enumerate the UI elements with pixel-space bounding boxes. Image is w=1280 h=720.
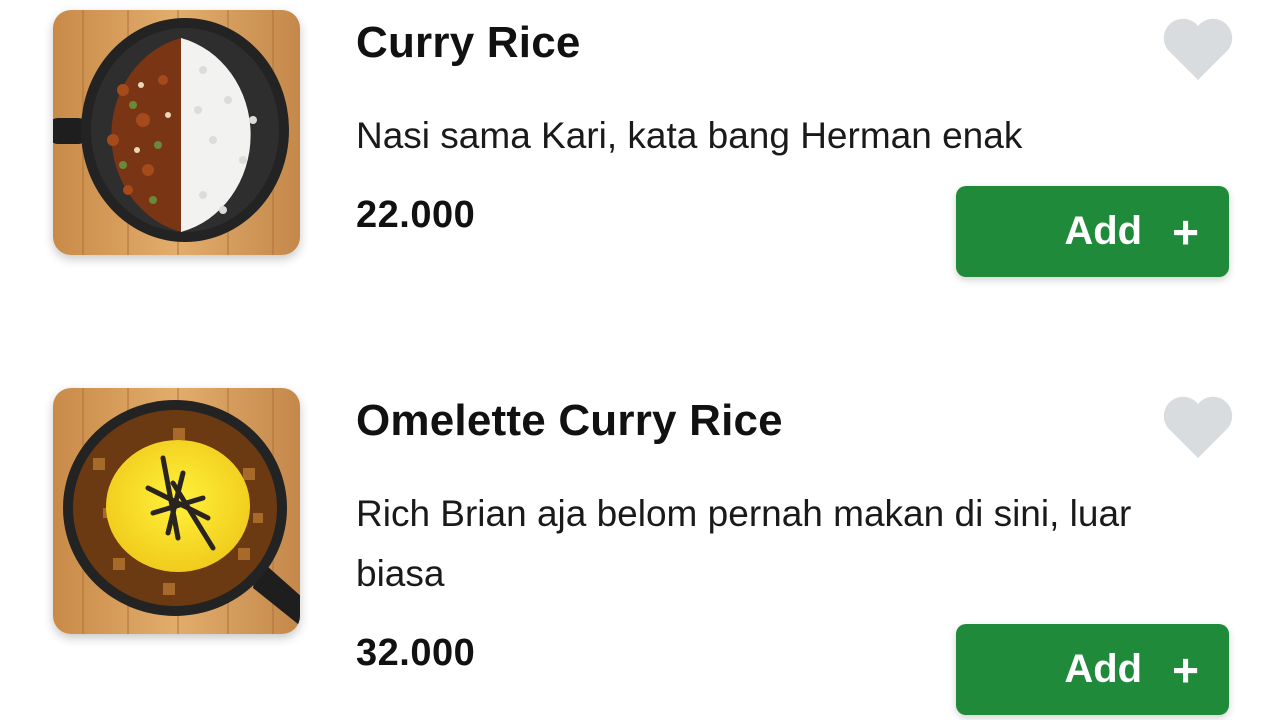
- menu-list: Curry Rice Nasi sama Kari, kata bang Her…: [0, 0, 1280, 720]
- favorite-button[interactable]: [1160, 392, 1236, 462]
- item-price: 32.000: [356, 632, 476, 674]
- curry-rice-image: [53, 10, 300, 255]
- item-name: Omelette Curry Rice: [356, 396, 783, 445]
- item-description: Nasi sama Kari, kata bang Herman enak: [356, 115, 1023, 156]
- item-name: Curry Rice: [356, 18, 581, 67]
- heart-icon: [1163, 396, 1233, 458]
- item-description: Rich Brian aja belom pernah makan di sin…: [356, 493, 1132, 594]
- heart-icon: [1163, 18, 1233, 80]
- omelette-curry-rice-image: [53, 388, 300, 634]
- item-price: 22.000: [356, 194, 476, 236]
- add-button-label: Add: [1064, 647, 1143, 691]
- favorite-button[interactable]: [1160, 14, 1236, 84]
- plus-icon: +: [1172, 643, 1199, 696]
- plus-icon: +: [1172, 205, 1199, 258]
- menu-item-curry-rice: Curry Rice Nasi sama Kari, kata bang Her…: [0, 0, 1280, 300]
- menu-item-omelette-curry-rice: Omelette Curry Rice Rich Brian aja belom…: [0, 378, 1280, 720]
- add-button[interactable]: Add +: [956, 186, 1229, 277]
- add-button[interactable]: Add +: [956, 624, 1229, 715]
- add-button-label: Add: [1064, 209, 1143, 253]
